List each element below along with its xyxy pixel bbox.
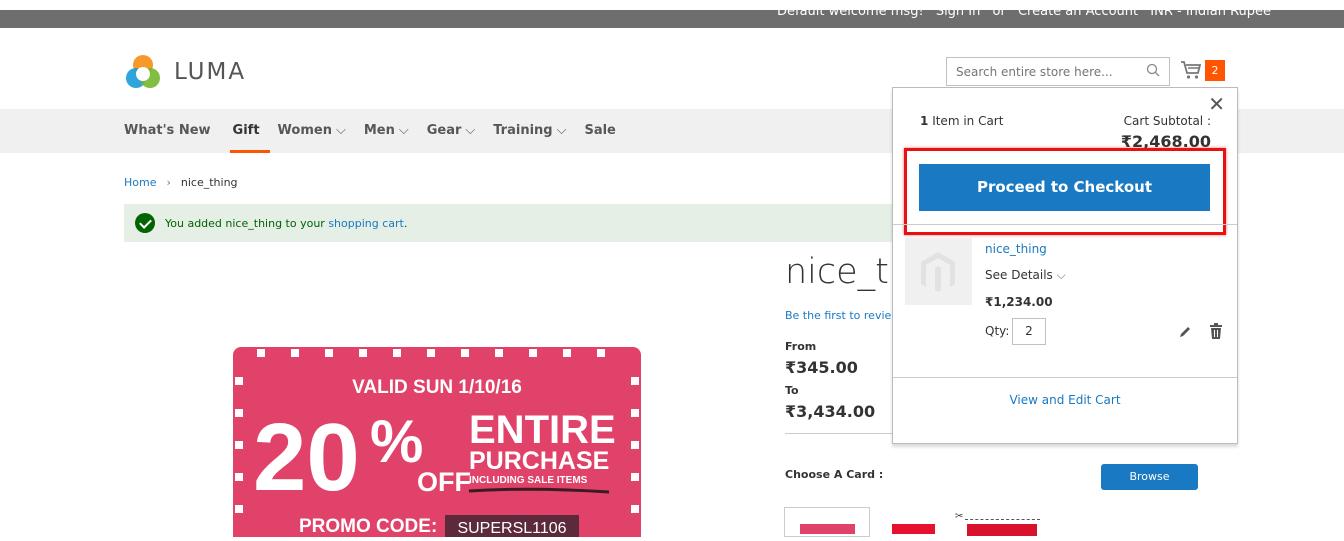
see-details-toggle[interactable]: See Details ⌵ [985, 268, 1066, 283]
or-text: or [992, 10, 1006, 19]
nav-label: Gear [426, 123, 462, 138]
nav-item-women[interactable]: Women ⌵ [278, 109, 346, 153]
product-thumbnail[interactable] [905, 238, 972, 305]
coupon-percent-text: 20 [253, 404, 360, 511]
subtotal-label: Cart Subtotal : [1123, 114, 1211, 128]
nav-label: Sale [584, 123, 616, 138]
minicart-divider [893, 377, 1237, 378]
browse-button[interactable]: Browse [1101, 464, 1198, 490]
search-input[interactable] [947, 58, 1137, 85]
nav-item-sale[interactable]: Sale [584, 109, 615, 153]
divider [785, 433, 895, 434]
create-account-link[interactable]: Create an Account [1018, 10, 1138, 19]
coupon-promo-code: SUPERSL1106 [457, 520, 566, 537]
item-count-label: Item in Cart [932, 114, 1004, 128]
search-icon[interactable] [1146, 63, 1160, 77]
coupon-entire-text: ENTIRE [469, 408, 616, 452]
coupon-valid-text: VALID SUN 1/10/16 [352, 377, 522, 398]
chevron-down-icon: ⌵ [465, 123, 476, 138]
logo[interactable]: LUMA [124, 53, 246, 91]
nav-item-men[interactable]: Men ⌵ [364, 109, 409, 153]
breadcrumb-current: nice_thing [180, 176, 238, 189]
choose-card-label: Choose A Card : [785, 468, 884, 481]
dashed-line [965, 519, 1040, 520]
header-links: Default welcome msg! Sign In or Create a… [777, 10, 1279, 19]
nav-item-gear[interactable]: Gear ⌵ [427, 109, 476, 153]
success-message-text: You added nice_thing to your shopping ca… [165, 217, 407, 230]
price-to-value: ₹3,434.00 [785, 402, 876, 421]
coupon-promo-label: PROMO CODE: [299, 516, 437, 537]
view-and-edit-cart-link[interactable]: View and Edit Cart [893, 393, 1237, 407]
highlight-box [904, 148, 1226, 235]
cart-icon [1181, 61, 1202, 79]
check-circle-icon [135, 213, 155, 233]
breadcrumb-home-link[interactable]: Home [124, 176, 156, 189]
product-image: VALID SUN 1/10/16 20 % OFF ENTIRE PURCHA… [233, 347, 641, 541]
shopping-cart-link[interactable]: shopping cart [328, 217, 404, 230]
minicart-button[interactable]: 2 [1180, 58, 1226, 82]
nav-label: Training [493, 123, 553, 138]
coupon-graphic: VALID SUN 1/10/16 20 % OFF ENTIRE PURCHA… [233, 347, 641, 541]
cart-item-name[interactable]: nice_thing [985, 242, 1047, 256]
search-box[interactable] [946, 57, 1170, 86]
cart-count-badge: 2 [1205, 60, 1225, 81]
currency-switcher[interactable]: INR - Indian Rupee [1150, 10, 1271, 19]
placeholder-logo-icon [921, 252, 955, 292]
chevron-down-icon: ⌵ [556, 123, 567, 138]
chevron-down-icon: ⌵ [398, 123, 409, 138]
cart-item-count: 1 Item in Cart [920, 114, 1003, 128]
card-swatch [967, 524, 1037, 536]
nav-label: Men [363, 123, 395, 138]
price-from-value: ₹345.00 [785, 358, 858, 377]
trash-icon[interactable] [1209, 323, 1223, 339]
message-end: . [403, 216, 408, 230]
item-count-number: 1 [920, 114, 929, 128]
coupon-purchase-text: PURCHASE [469, 447, 609, 475]
qty-input[interactable]: 2 [1012, 318, 1046, 345]
message-text: You added nice_thing to your [165, 216, 325, 230]
scissors-icon: ✂ [955, 511, 964, 522]
chevron-down-icon: ⌵ [1056, 268, 1066, 282]
price-to-label: To [785, 384, 799, 397]
breadcrumb-separator-icon: › [166, 176, 171, 189]
chevron-down-icon: ⌵ [335, 123, 346, 138]
nav-label: Women [277, 123, 332, 138]
card-option-3[interactable]: ✂ [955, 511, 1040, 536]
welcome-text: Default welcome msg! [777, 10, 924, 19]
nav-label: What's New [124, 123, 211, 138]
coupon-including-text: INCLUDING SALE ITEMS [469, 475, 588, 486]
see-details-label: See Details [985, 268, 1053, 282]
review-link[interactable]: Be the first to review this product [785, 309, 893, 322]
price-from-label: From [785, 340, 817, 353]
sign-in-link[interactable]: Sign In [936, 10, 981, 19]
close-icon[interactable]: ✕ [1208, 94, 1225, 114]
edit-pencil-icon[interactable] [1178, 325, 1192, 339]
minicart-divider [893, 224, 1237, 225]
qty-label: Qty: [985, 324, 1010, 338]
nav-item-whats-new[interactable]: What's New [124, 109, 211, 153]
luma-logo-icon [126, 55, 160, 88]
coupon-off-text: OFF [417, 467, 471, 497]
breadcrumb: Home › nice_thing [124, 176, 238, 189]
nav-item-gift[interactable]: Gift [229, 109, 270, 153]
nav-item-training[interactable]: Training ⌵ [493, 109, 566, 153]
svg-text:%: % [370, 408, 423, 475]
top-bar: Default welcome msg! Sign In or Create a… [0, 10, 1344, 28]
cart-item-price: ₹1,234.00 [985, 295, 1053, 309]
nav-label: Gift [232, 123, 260, 138]
logo-text: LUMA [174, 59, 247, 85]
product-title: nice_thing [785, 252, 895, 292]
